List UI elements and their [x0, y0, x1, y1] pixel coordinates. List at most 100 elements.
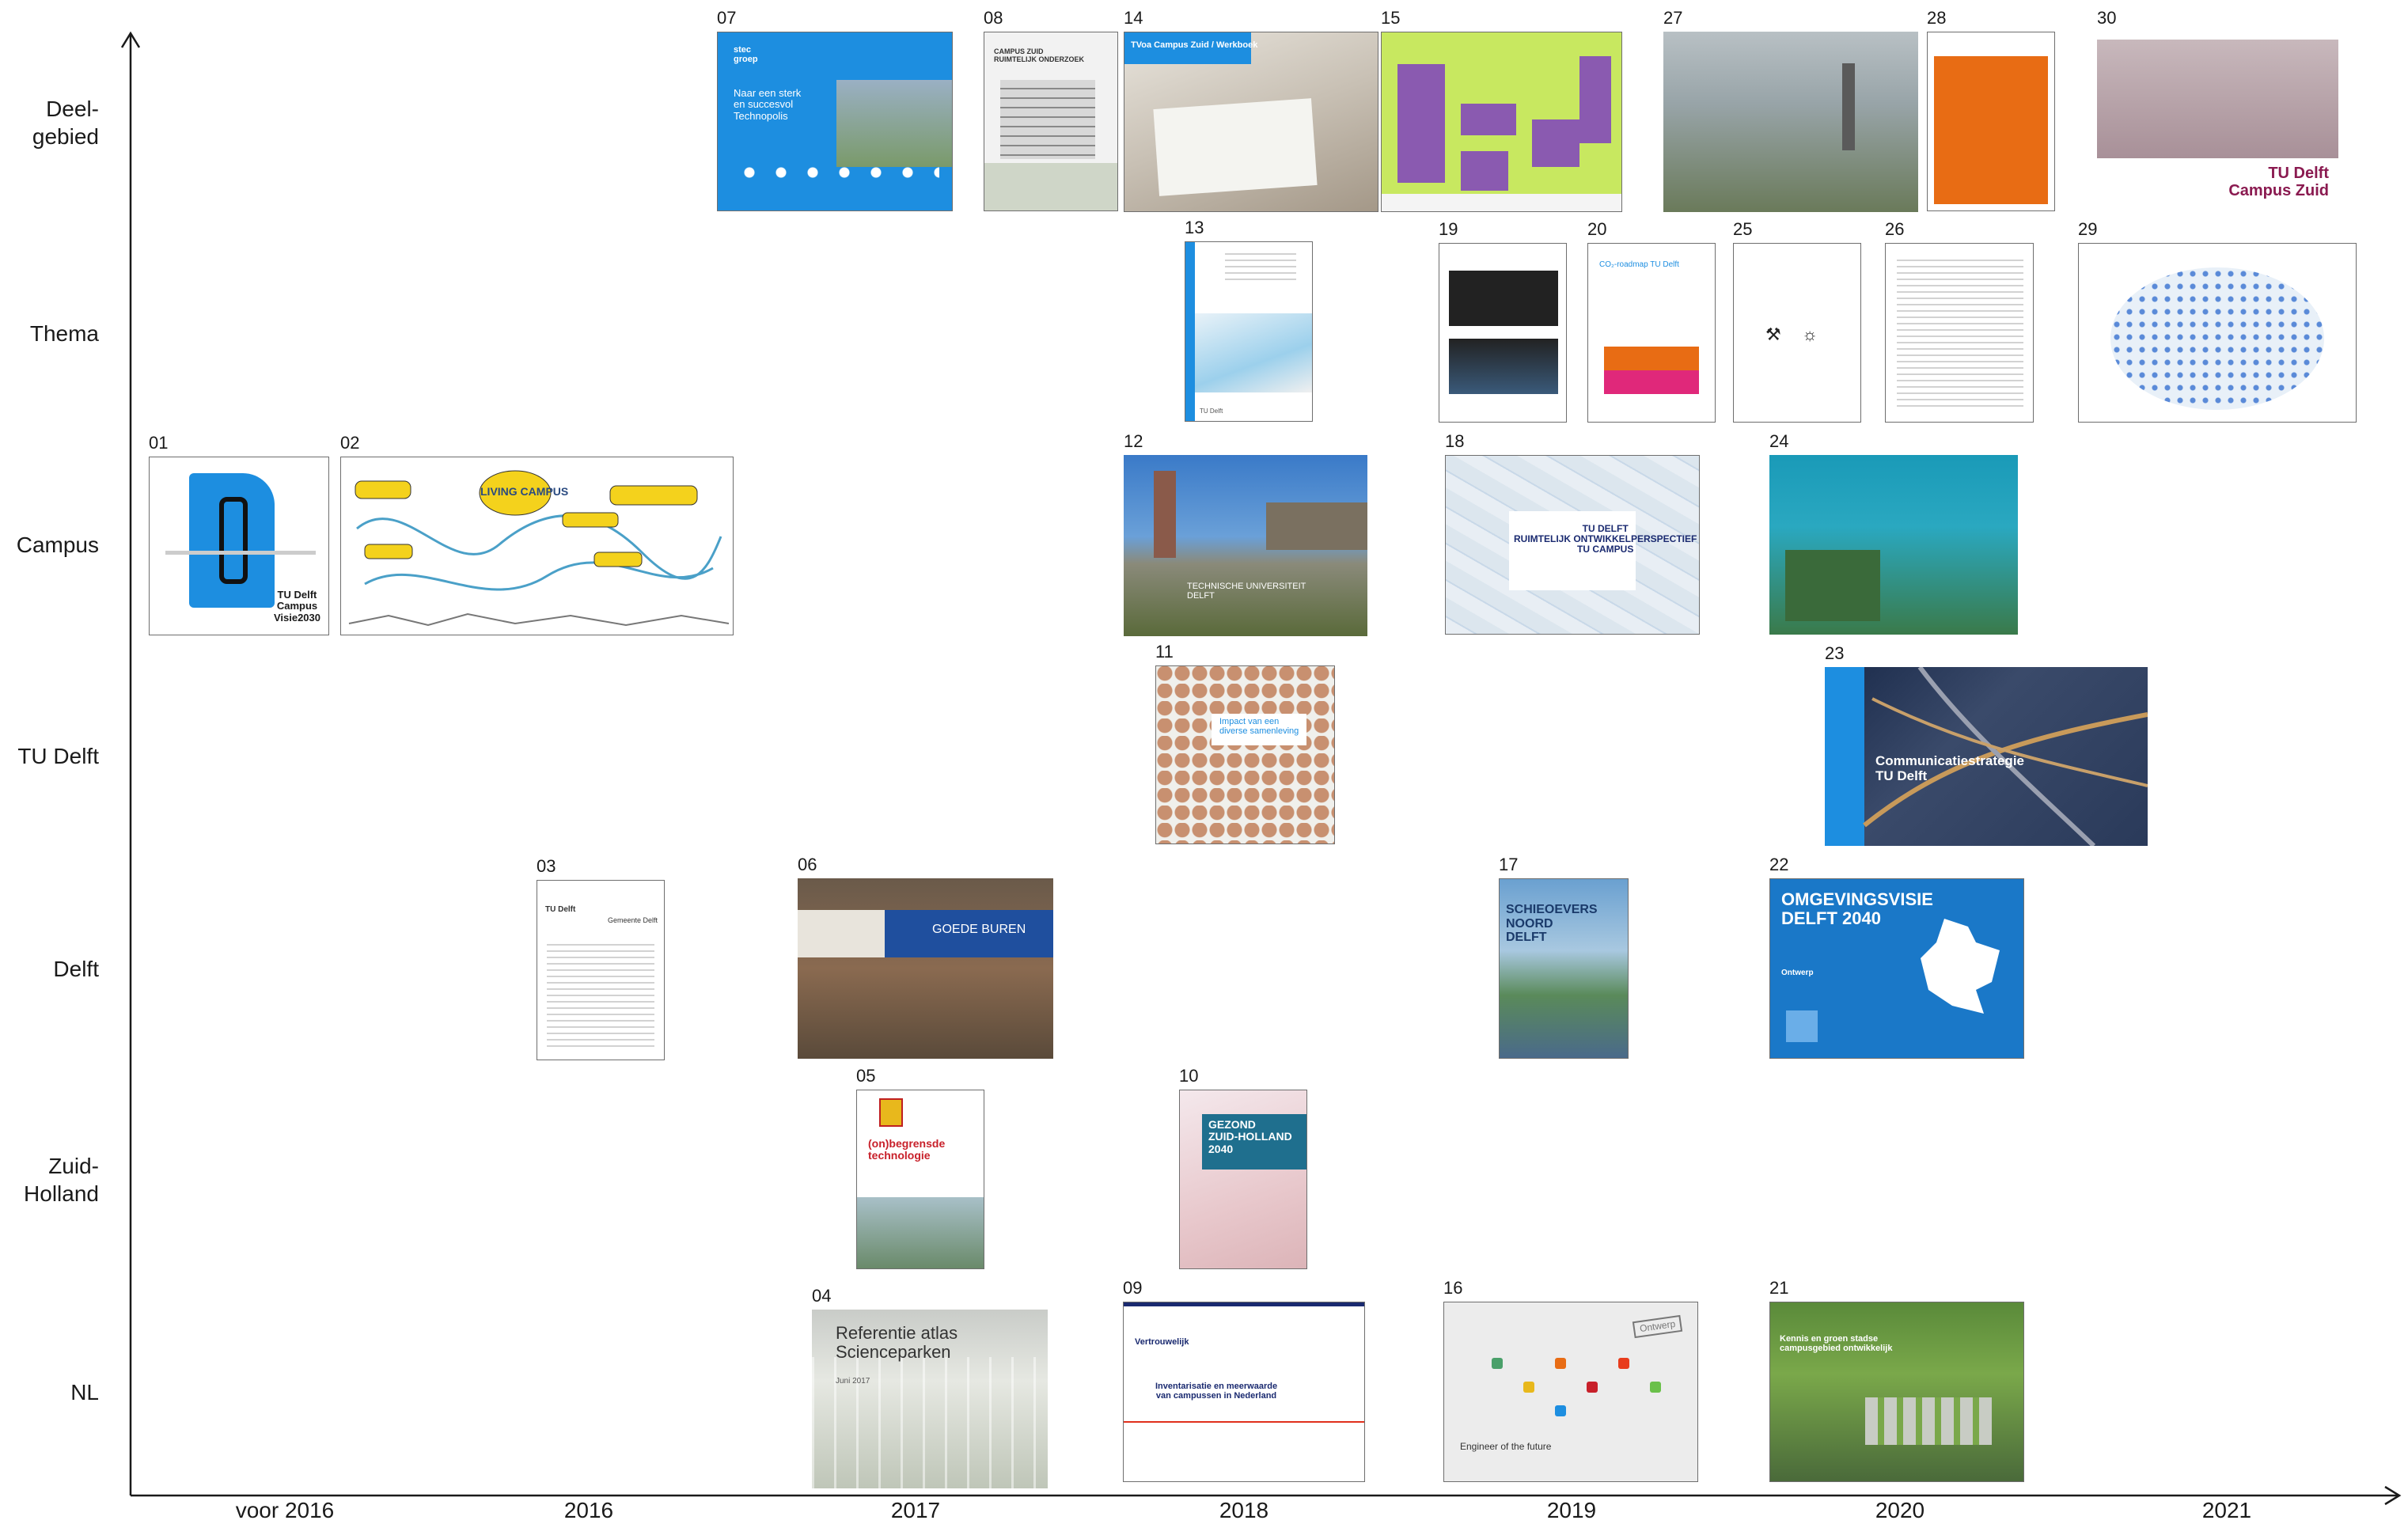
doc-21-title: Kennis en groen stadse campusgebied ontw…: [1780, 1334, 1893, 1354]
doc-11-title: Impact van een diverse samenleving: [1219, 717, 1299, 737]
doc-01-title: TU Delft Campus Visie2030: [273, 589, 320, 624]
col-label-2019: 2019: [1546, 1498, 1597, 1522]
doc-thumbnail: TU Delft Gemeente Delft: [537, 880, 665, 1060]
doc-08-title: CAMPUS ZUID RUIMTELIJK ONDERZOEK: [994, 47, 1085, 63]
doc-24[interactable]: 24: [1769, 431, 2018, 635]
col-label-2018: 2018: [1219, 1498, 1269, 1522]
lightbulb-icon: ☼: [1802, 324, 1818, 344]
doc-10[interactable]: 10 GEZOND ZUID-HOLLAND 2040: [1179, 1066, 1307, 1269]
doc-30[interactable]: 30 TU Delft Campus Zuid: [2097, 8, 2338, 212]
doc-06[interactable]: 06 GOEDE BUREN: [798, 855, 1053, 1059]
doc-09-title: Inventarisatie en meerwaarde van campuss…: [1155, 1382, 1278, 1401]
col-label-voor-2016: voor 2016: [235, 1498, 335, 1522]
doc-number: 06: [798, 855, 817, 874]
doc-12[interactable]: 12 TECHNISCHE UNIVERSITEIT DELFT: [1124, 431, 1367, 636]
doc-thumbnail: SCHIEOEVERS NOORD DELFT: [1499, 878, 1629, 1059]
doc-number: 03: [537, 856, 556, 876]
doc-23[interactable]: 23 Communicatiestrategie TU Delft: [1825, 643, 2148, 846]
doc-09[interactable]: 09 Vertrouwelijk Inventarisatie en meerw…: [1123, 1278, 1365, 1482]
doc-number: 14: [1124, 8, 1143, 28]
doc-16[interactable]: 16 Engineer of the future Ontwerp: [1443, 1278, 1698, 1482]
doc-number: 15: [1381, 8, 1401, 28]
doc-thumbnail: (on)begrensde technologie: [856, 1090, 984, 1269]
doc-22-subtitle: Ontwerp: [1781, 969, 1814, 977]
row-label-zuidholland: Zuid- Holland: [24, 1154, 99, 1206]
doc-29[interactable]: 29: [2078, 219, 2357, 423]
doc-14-title: TVoa Campus Zuid / Werkboek: [1131, 40, 1258, 50]
doc-18[interactable]: 18 TU DELFT RUIMTELIJK ONTWIKKELPERSPECT…: [1445, 431, 1700, 635]
doc-04[interactable]: 04 Referentie atlas Scienceparken Juni 2…: [812, 1286, 1048, 1488]
doc-thumbnail: Referentie atlas Scienceparken Juni 2017: [812, 1310, 1048, 1488]
doc-26[interactable]: 26: [1885, 219, 2034, 423]
doc-number: 04: [812, 1286, 832, 1306]
doc-28[interactable]: 28: [1927, 8, 2055, 211]
doc-17[interactable]: 17 SCHIEOEVERS NOORD DELFT: [1499, 855, 1629, 1059]
doc-22-title: OMGEVINGSVISIE DELFT 2040: [1781, 889, 1933, 929]
doc-20-title: CO₂-roadmap TU Delft: [1599, 260, 1679, 269]
doc-23-title: Communicatiestrategie TU Delft: [1875, 753, 2024, 783]
doc-thumbnail: Impact van een diverse samenleving: [1155, 665, 1335, 844]
doc-14[interactable]: 14 TVoa Campus Zuid / Werkboek: [1124, 8, 1378, 212]
doc-number: 30: [2097, 8, 2117, 28]
doc-05[interactable]: 05 (on)begrensde technologie: [856, 1066, 984, 1269]
doc-thumbnail: stec groep Naar een sterk en succesvol T…: [717, 32, 953, 211]
doc-16-stamp: Ontwerp: [1632, 1314, 1683, 1339]
doc-thumbnail: TU Delft Campus Zuid: [2097, 32, 2338, 212]
doc-11[interactable]: 11 Impact van een diverse samenleving: [1155, 642, 1335, 844]
col-label-2020: 2020: [1875, 1498, 1925, 1522]
doc-25[interactable]: 25 ⚒ ☼: [1733, 219, 1861, 423]
row-label-nl: NL: [70, 1380, 99, 1405]
doc-number: 22: [1769, 855, 1789, 874]
col-label-2017: 2017: [890, 1498, 941, 1522]
doc-thumbnail: [2078, 243, 2357, 423]
col-label-2021: 2021: [2201, 1498, 2252, 1522]
doc-number: 20: [1587, 219, 1607, 239]
delft-map-shape: [1921, 919, 2000, 1014]
doc-number: 25: [1733, 219, 1753, 239]
doc-thumbnail: [1885, 243, 2034, 423]
doc-16-title: Engineer of the future: [1460, 1441, 1552, 1452]
doc-07[interactable]: 07 stec groep Naar een sterk en succesvo…: [717, 8, 953, 211]
doc-number: 13: [1185, 218, 1204, 237]
doc-03-logo-tu: TU Delft: [545, 905, 576, 914]
doc-number: 24: [1769, 431, 1789, 451]
doc-01[interactable]: 01 TU Delft Campus Visie2030: [149, 433, 329, 635]
doc-05-title: (on)begrensde technologie: [868, 1137, 946, 1162]
doc-thumbnail: LIVING CAMPUS: [340, 457, 734, 635]
doc-30-title: TU Delft Campus Zuid: [2228, 165, 2329, 199]
doc-27[interactable]: 27: [1663, 8, 1918, 212]
tools-icon: ⚒: [1765, 324, 1781, 344]
doc-13[interactable]: 13 TU Delft: [1185, 218, 1313, 422]
doc-15[interactable]: 15: [1381, 8, 1622, 212]
doc-thumbnail: OMGEVINGSVISIE DELFT 2040 Ontwerp: [1769, 878, 2024, 1059]
doc-04-date: Juni 2017: [836, 1377, 870, 1386]
row-label-deelgebied: Deel- gebied: [32, 97, 99, 149]
doc-19[interactable]: 19: [1439, 219, 1567, 423]
doc-number: 08: [984, 8, 1003, 28]
doc-02-title: LIVING CAMPUS: [480, 485, 569, 498]
doc-number: 21: [1769, 1278, 1789, 1298]
doc-number: 12: [1124, 431, 1143, 451]
doc-thumbnail: [1381, 32, 1622, 212]
doc-thumbnail: [1439, 243, 1567, 423]
doc-thumbnail: ⚒ ☼: [1733, 243, 1861, 423]
doc-number: 19: [1439, 219, 1458, 239]
doc-number: 28: [1927, 8, 1947, 28]
doc-thumbnail: TU Delft: [1185, 241, 1313, 422]
doc-thumbnail: TVoa Campus Zuid / Werkboek: [1124, 32, 1378, 212]
doc-number: 07: [717, 8, 737, 28]
doc-number: 26: [1885, 219, 1905, 239]
doc-13-logo: TU Delft: [1200, 408, 1223, 415]
col-label-2016: 2016: [563, 1498, 614, 1522]
doc-03[interactable]: 03 TU Delft Gemeente Delft: [537, 856, 665, 1060]
doc-17-title: SCHIEOEVERS NOORD DELFT: [1506, 903, 1598, 945]
doc-21[interactable]: 21 Kennis en groen stadse campusgebied o…: [1769, 1278, 2024, 1482]
doc-06-title: GOEDE BUREN: [932, 923, 1026, 936]
doc-number: 05: [856, 1066, 876, 1086]
doc-22[interactable]: 22 OMGEVINGSVISIE DELFT 2040 Ontwerp: [1769, 855, 2024, 1059]
row-label-delft: Delft: [53, 957, 99, 981]
doc-number: 02: [340, 433, 360, 453]
doc-20[interactable]: 20 CO₂-roadmap TU Delft: [1587, 219, 1716, 423]
doc-02[interactable]: 02 LIVING CAMPUS: [340, 433, 734, 635]
doc-08[interactable]: 08 CAMPUS ZUID RUIMTELIJK ONDERZOEK: [984, 8, 1118, 211]
